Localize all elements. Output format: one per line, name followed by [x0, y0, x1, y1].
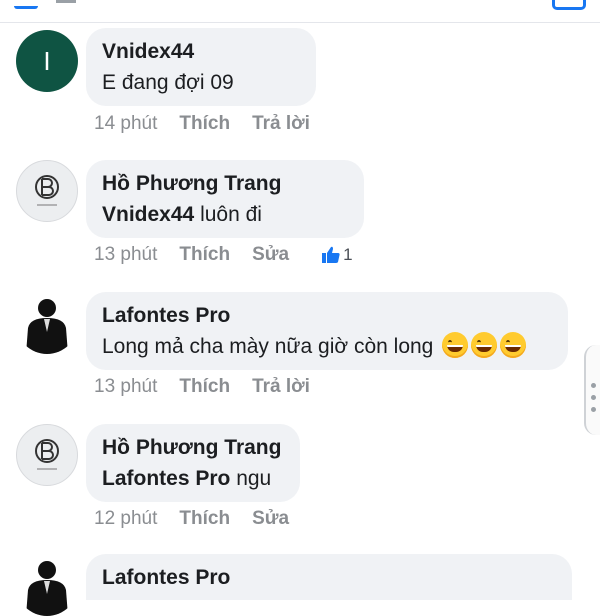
- reply-button[interactable]: Trả lời: [252, 113, 310, 135]
- comment-time: 14 phút: [94, 113, 158, 134]
- avatar[interactable]: [16, 554, 78, 616]
- comment-body: luôn đi: [200, 203, 262, 226]
- thumbs-up-icon: [322, 246, 340, 263]
- comment-body: E đang đợi 09: [102, 71, 234, 94]
- reply-button[interactable]: Trả lời: [252, 376, 310, 398]
- like-button[interactable]: Thích: [179, 508, 230, 530]
- brand-logo-icon: [35, 439, 59, 470]
- comment-body: Long mả cha mày nữa giờ còn long: [102, 335, 434, 358]
- header-icon[interactable]: [552, 0, 586, 10]
- menu-icon[interactable]: [14, 0, 38, 9]
- edit-button[interactable]: Sửa: [252, 244, 289, 266]
- edit-button[interactable]: Sửa: [252, 508, 289, 530]
- comment-time: 13 phút: [94, 376, 158, 397]
- like-button[interactable]: Thích: [179, 113, 230, 135]
- comment-time: 12 phút: [94, 508, 158, 529]
- comment-author[interactable]: Vnidex44: [102, 37, 300, 67]
- comment-bubble[interactable]: Vnidex44 E đang đợi 09: [86, 28, 316, 106]
- comment-author[interactable]: Lafontes Pro: [102, 563, 556, 593]
- avatar-letter: I: [43, 45, 51, 76]
- header-fragment: [56, 0, 76, 3]
- comment-text: Lafontes Pro ngu: [102, 463, 284, 495]
- mention-tag[interactable]: Vnidex44: [102, 203, 194, 226]
- comment-actions: 13 phút Thích Trả lời: [94, 376, 332, 398]
- like-count[interactable]: 1: [321, 245, 374, 265]
- brand-logo-icon: [35, 175, 59, 206]
- avatar[interactable]: [16, 424, 78, 486]
- avatar[interactable]: I: [16, 30, 78, 92]
- comment-bubble[interactable]: Lafontes Pro Long mả cha mày nữa giờ còn…: [86, 292, 568, 370]
- comment-body: ngu: [236, 467, 272, 490]
- comment-actions: 13 phút Thích Sửa 1: [94, 244, 375, 266]
- comment-text: Vnidex44 luôn đi: [102, 199, 348, 231]
- floating-assistive-handle[interactable]: [584, 345, 600, 435]
- comment-text: Long mả cha mày nữa giờ còn long: [102, 331, 552, 363]
- grinning-face-emoji-icon: [500, 332, 527, 359]
- top-bar: [0, 0, 600, 23]
- mention-tag[interactable]: Lafontes Pro: [102, 467, 230, 490]
- like-count-value: 1: [343, 245, 353, 264]
- comment-author[interactable]: Hồ Phương Trang: [102, 433, 284, 463]
- person-silhouette-icon: [26, 299, 68, 354]
- comment-bubble[interactable]: Hồ Phương Trang Vnidex44 luôn đi: [86, 160, 364, 238]
- comment-actions: 14 phút Thích Trả lời: [94, 113, 332, 135]
- comment-author[interactable]: Lafontes Pro: [102, 301, 552, 331]
- comment-author[interactable]: Hồ Phương Trang: [102, 169, 348, 199]
- grinning-face-emoji-icon: [442, 332, 469, 359]
- comment-text: E đang đợi 09: [102, 67, 300, 99]
- grinning-face-emoji-icon: [471, 332, 498, 359]
- like-button[interactable]: Thích: [179, 244, 230, 266]
- comment-time: 13 phút: [94, 244, 158, 265]
- person-silhouette-icon: [26, 561, 68, 616]
- comment-bubble[interactable]: Hồ Phương Trang Lafontes Pro ngu: [86, 424, 300, 502]
- comment-actions: 12 phút Thích Sửa: [94, 508, 311, 530]
- like-button[interactable]: Thích: [179, 376, 230, 398]
- avatar[interactable]: [16, 160, 78, 222]
- avatar[interactable]: [16, 292, 78, 354]
- comment-bubble[interactable]: Lafontes Pro: [86, 554, 572, 600]
